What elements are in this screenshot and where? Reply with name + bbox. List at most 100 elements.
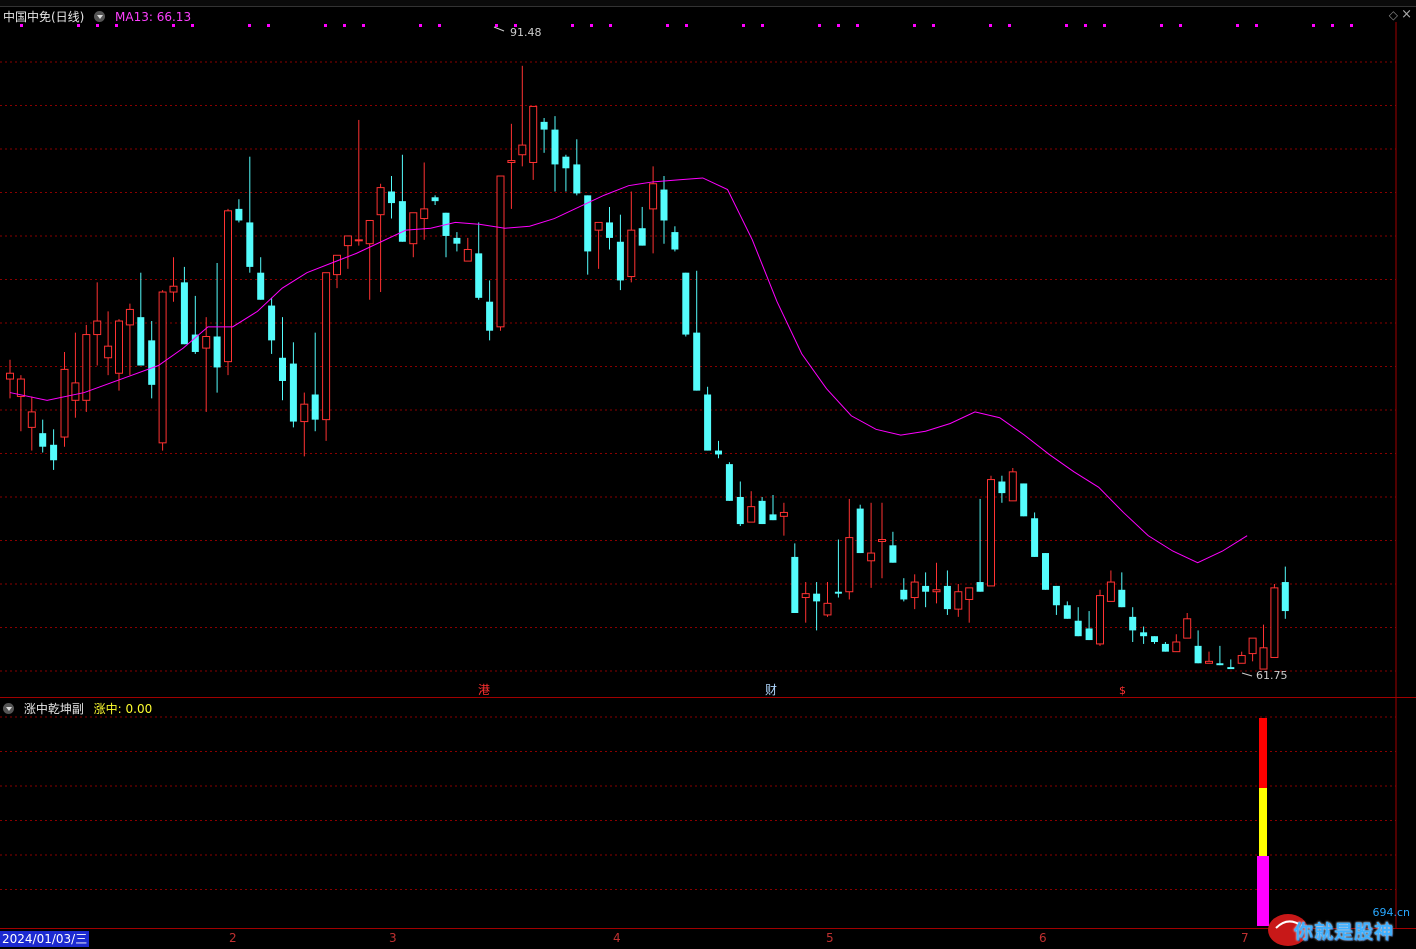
candle-down [257,272,265,300]
candle-down [1085,628,1093,641]
candle-up [594,221,603,231]
high-annotation: 91.48 [493,26,542,39]
candle-up [343,235,352,247]
candle-up [125,308,134,326]
candle-down [246,222,254,267]
main-kline-panel[interactable]: 91.48 61.75 港 财 $ [0,0,1416,699]
candle-down [268,305,276,341]
candle-down [213,336,221,368]
candle-down [671,232,679,250]
candle-up [420,208,429,220]
candle-up [518,144,527,156]
month-label: 5 [826,931,834,945]
candle-down [725,464,733,501]
candle-down [279,357,286,381]
chevron-down-icon[interactable] [94,11,106,22]
signal-dot [1065,24,1068,27]
candle-down [736,496,744,525]
candle-down [486,301,494,331]
candle-up [496,175,505,328]
event-markers[interactable]: 港 财 $ [478,683,1126,697]
candle-down [573,164,581,194]
candle-down [1031,518,1039,557]
candle-down [976,582,984,592]
signal-dot [1103,24,1106,27]
high-price-label: 91.48 [510,26,542,39]
candle-down [50,444,58,461]
event-marker-dollar: $ [1119,684,1126,697]
ma-value: MA13: 66.13 [115,10,192,24]
candle-down [900,589,908,600]
signal-dot [913,24,916,27]
signal-dot [571,24,574,27]
candle-down [1216,663,1224,666]
signal-dot [362,24,365,27]
candle-up [202,335,211,349]
candle-down [1129,616,1137,631]
candle-up [823,602,832,616]
candle-down [813,593,821,602]
main-legend: 中国中免(日线) MA13: 66.13 [3,8,197,25]
candle-up [322,272,331,421]
candle-down [758,500,766,525]
candle-down [769,514,777,521]
candle-up [867,552,876,562]
diamond-icon[interactable]: ◇ [1389,8,1398,22]
low-price-label: 61.75 [1256,669,1288,682]
candle-down [606,222,613,238]
candle-down [398,201,406,242]
candle-down [638,228,646,246]
candle-down [1042,553,1049,590]
event-marker-finance: 财 [765,683,777,697]
candle-up [747,506,756,523]
candle-up [409,212,418,245]
signal-dot [818,24,821,27]
candle-up [1205,660,1213,664]
candle-up [354,239,363,242]
candle-up [1237,655,1246,664]
candle-down [551,129,559,165]
candle-down [922,585,930,592]
candle-up [27,411,36,428]
signal-dot [438,24,441,27]
candle-up [115,320,123,374]
candlestick-series [6,65,1289,670]
candle-up [104,345,113,359]
signal-dot [1350,24,1353,27]
signal-dot [1236,24,1239,27]
candle-down [693,332,701,391]
signal-dot [495,24,498,27]
candle-down [388,191,395,204]
candle-down [998,481,1006,494]
candle-up [1172,641,1181,653]
candle-down [715,450,722,455]
signal-dot [666,24,669,27]
candle-down [616,241,624,281]
candle-down [39,433,47,447]
candle-up [169,285,178,293]
candle-down [1063,605,1071,619]
candle-up [910,581,919,599]
close-icon[interactable]: × [1401,7,1412,22]
signal-dots-row [20,24,1353,27]
candle-up [649,183,658,210]
indicator-panel[interactable] [0,699,1416,929]
candle-down [1227,667,1235,670]
indicator-bar-yellow [1259,788,1267,856]
signal-dot [248,24,251,27]
candle-up [463,248,472,262]
main-panel-border [0,697,1416,698]
chevron-down-icon[interactable] [3,703,14,714]
indicator-legend: 涨中乾坤副 涨中: 0.00 [3,700,158,717]
signal-dot [989,24,992,27]
signal-dot [1160,24,1163,27]
signal-dot [267,24,270,27]
candle-down [889,545,897,563]
candle-up [1106,581,1115,602]
candle-up [376,187,385,216]
candle-up [1270,587,1279,658]
candle-up [779,511,788,517]
candle-down [1052,585,1060,606]
candle-down [475,253,483,298]
signal-dot [1255,24,1258,27]
